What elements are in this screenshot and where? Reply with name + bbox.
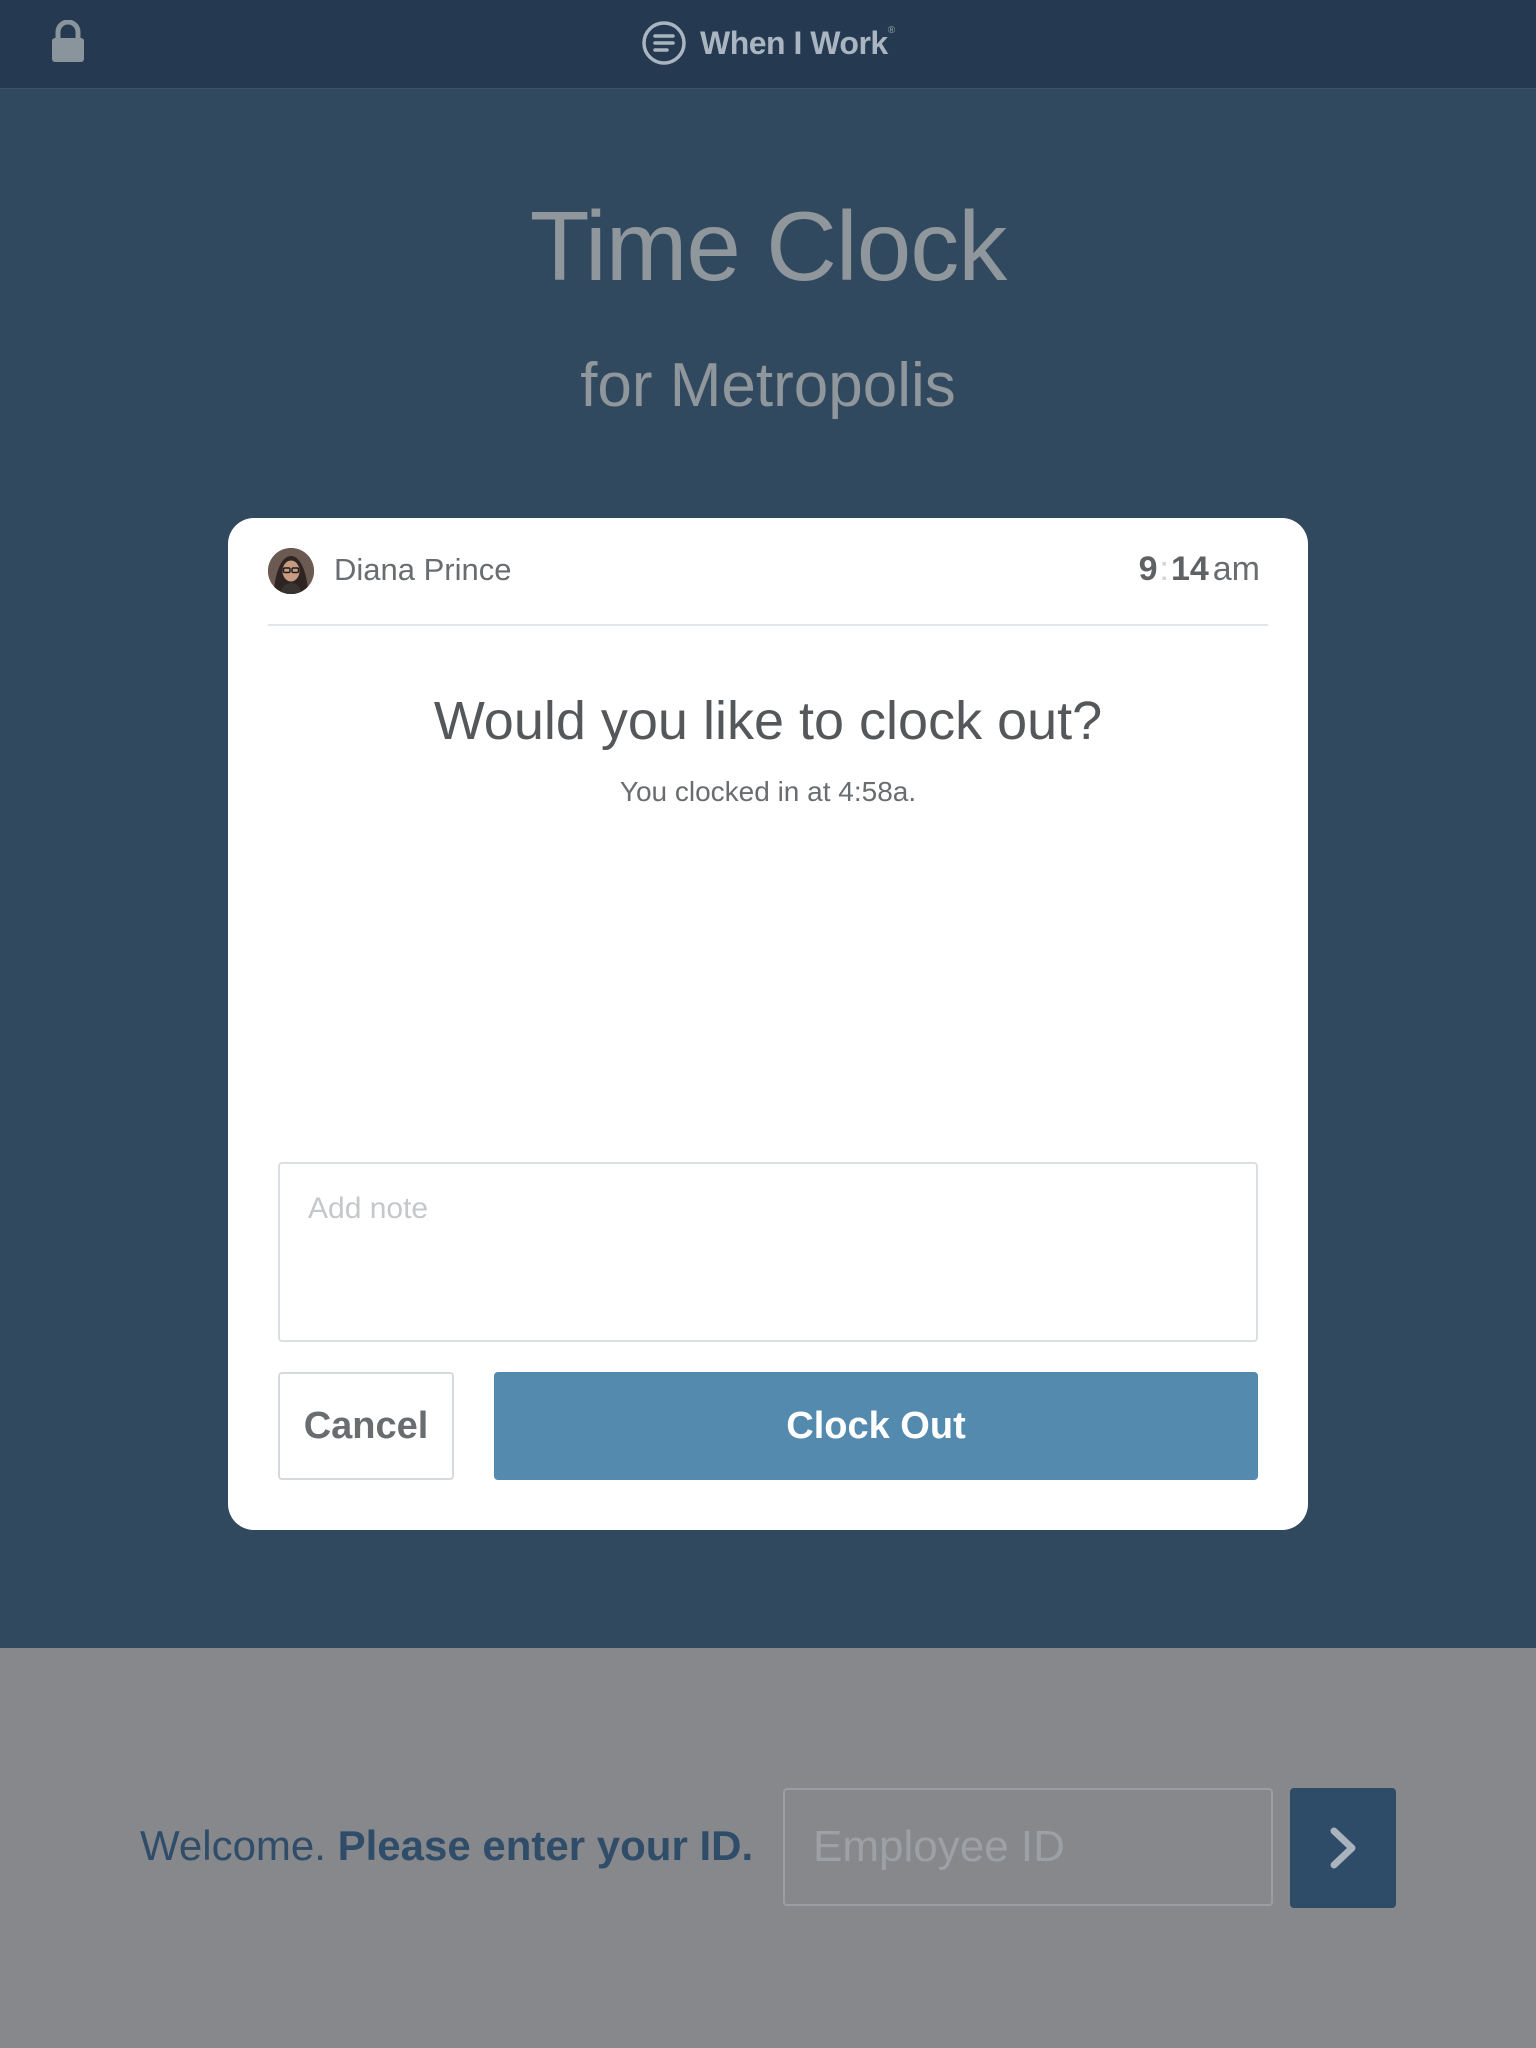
clocked-in-text: You clocked in at 4:58a. [619, 776, 917, 807]
cancel-button[interactable]: Cancel [278, 1372, 454, 1480]
current-time: 9:14 am [1139, 550, 1260, 589]
chevron-right-icon [1330, 1827, 1356, 1869]
time-ampm: am [1212, 550, 1260, 588]
time-minute: 14 [1170, 550, 1209, 588]
user-name: Diana Prince [334, 552, 512, 587]
dialog-question: Would you like to clock out? [433, 691, 1103, 751]
lock-icon[interactable] [50, 20, 86, 64]
welcome-message: Welcome. Please enter your ID. [140, 1822, 753, 1870]
add-note-field[interactable] [278, 1162, 1258, 1342]
time-clock-screen: When I Work® Time Clock for Metropolis W… [0, 0, 1536, 2048]
brand: When I Work® [640, 18, 895, 68]
time-hour: 9 [1138, 550, 1158, 588]
employee-id-input[interactable] [783, 1788, 1273, 1906]
clock-out-dialog: Diana Prince 9:14 am Would you like to cl… [228, 518, 1308, 1530]
clock-out-button[interactable]: Clock Out [494, 1372, 1258, 1480]
top-bar: When I Work® [0, 0, 1536, 89]
welcome-greeting: Welcome. [140, 1822, 326, 1869]
when-i-work-logo-icon [642, 21, 686, 65]
avatar [268, 548, 314, 594]
page-title: Time Clock [529, 191, 1007, 301]
brand-registered-mark: ® [887, 24, 895, 36]
submit-id-button[interactable] [1290, 1788, 1396, 1908]
page-subtitle: for Metropolis [580, 351, 956, 420]
dialog-header: Diana Prince 9:14 am [268, 518, 1268, 626]
avatar-portrait [268, 548, 314, 594]
time-separator: : [1159, 550, 1169, 588]
welcome-instruction: Please enter your ID. [337, 1822, 754, 1869]
brand-name: When I Work® [700, 24, 895, 61]
